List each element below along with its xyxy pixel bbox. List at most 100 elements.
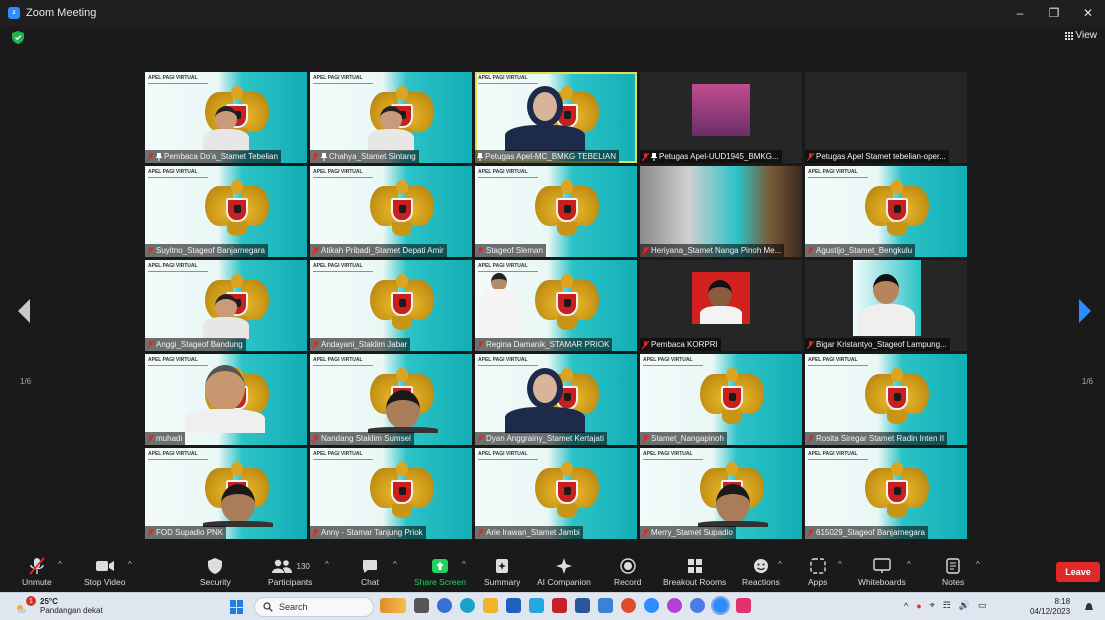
weather-widget[interactable]: 1 25°C Pandangan dekat — [17, 596, 103, 615]
restore-button[interactable]: ❐ — [1037, 0, 1071, 26]
participant-name: Anny - Stamar Tanjung Priok — [321, 528, 423, 537]
participant-tile[interactable]: APEL PAGI VIRTUAL Chahya_Stamet Sintang — [310, 72, 472, 163]
participant-tile[interactable]: APEL PAGI VIRTUAL Regina Damanik_STAMAR P… — [475, 260, 637, 351]
participant-name: Chahya_Stamet Sintang — [329, 152, 416, 161]
whiteboards-button[interactable]: Whiteboards — [858, 556, 906, 587]
share-options-caret[interactable]: ^ — [462, 560, 466, 569]
participant-tile[interactable]: Petugas Apel Stamet tebelian-oper... — [805, 72, 967, 163]
participant-tile[interactable]: APEL PAGI VIRTUAL Stamet_Nangapinoh — [640, 354, 802, 445]
stop-video-button[interactable]: Stop Video — [84, 556, 125, 587]
participant-tile[interactable]: APEL PAGI VIRTUAL Anny - Stamar Tanjung P… — [310, 448, 472, 539]
participant-tile[interactable]: APEL PAGI VIRTUAL Andayani_Staklim Jabar — [310, 260, 472, 351]
unmute-button[interactable]: Unmute — [22, 556, 52, 587]
weather-badge: 1 — [26, 596, 36, 606]
participant-tile[interactable]: APEL PAGI VIRTUAL Nandang Staklim Sumsel — [310, 354, 472, 445]
close-button[interactable]: ✕ — [1071, 0, 1105, 26]
participant-tile[interactable]: APEL PAGI VIRTUAL Suyitno_Stageof Banjarn… — [145, 166, 307, 257]
reactions-label: Reactions — [742, 577, 780, 587]
windows-start-icon[interactable] — [230, 600, 244, 614]
participant-tile[interactable]: APEL PAGI VIRTUAL Stageof Sleman — [475, 166, 637, 257]
file-explorer-icon[interactable] — [483, 598, 498, 613]
whiteboards-options-caret[interactable]: ^ — [907, 560, 911, 569]
summary-icon — [495, 556, 509, 576]
garuda-emblem — [535, 274, 599, 332]
task-view-icon[interactable] — [414, 598, 429, 613]
news-widget-icon[interactable] — [380, 598, 406, 613]
reactions-button[interactable]: Reactions — [742, 556, 780, 587]
participant-video-person — [185, 365, 265, 433]
mic-off-icon — [642, 152, 649, 161]
video-thumbnail — [692, 272, 750, 324]
notes-options-caret[interactable]: ^ — [976, 560, 980, 569]
app-icon-5[interactable] — [736, 598, 751, 613]
minimize-button[interactable]: – — [1003, 0, 1037, 26]
participants-options-caret[interactable]: ^ — [325, 560, 329, 569]
participant-name-label: Agustijo_Stamet_Bengkulu — [805, 244, 916, 257]
leave-button[interactable]: Leave — [1056, 562, 1100, 582]
app-icon-4[interactable] — [690, 598, 705, 613]
taskbar-clock[interactable]: 8:18 04/12/2023 — [1030, 597, 1070, 617]
edge-browser-icon[interactable] — [460, 598, 475, 613]
notification-bell-icon[interactable] — [1084, 602, 1094, 612]
battery-icon[interactable]: ▭ — [978, 600, 987, 611]
chat-button[interactable]: Chat — [361, 556, 379, 587]
participant-tile[interactable]: APEL PAGI VIRTUAL Pembaca Do'a_Stamet Teb… — [145, 72, 307, 163]
meet-icon[interactable] — [437, 598, 452, 613]
participant-tile[interactable]: APEL PAGI VIRTUAL Anggi_Stageof Bandung — [145, 260, 307, 351]
next-page-arrow-icon[interactable] — [1075, 296, 1095, 326]
participant-tile[interactable]: APEL PAGI VIRTUAL Merry_Stamet Supadio — [640, 448, 802, 539]
apps-options-caret[interactable]: ^ — [838, 560, 842, 569]
participants-button[interactable]: 130 Participants — [268, 556, 312, 587]
zoom-taskbar-icon[interactable] — [711, 596, 730, 615]
breakout-rooms-button[interactable]: Breakout Rooms — [663, 556, 726, 587]
participant-tile[interactable]: APEL PAGI VIRTUAL Agustijo_Stamet_Bengkul… — [805, 166, 967, 257]
participant-tile[interactable]: APEL PAGI VIRTUAL Dyan Anggrainy_Stamet K… — [475, 354, 637, 445]
participant-tile[interactable]: APEL PAGI VIRTUAL Rosita Siregar Stamet R… — [805, 354, 967, 445]
app-icon-2[interactable] — [598, 598, 613, 613]
previous-page-arrow-icon[interactable] — [14, 296, 34, 326]
chat-options-caret[interactable]: ^ — [393, 560, 397, 569]
summary-button[interactable]: Summary — [484, 556, 520, 587]
participant-tile[interactable]: APEL PAGI VIRTUAL muhadi — [145, 354, 307, 445]
chrome-icon[interactable] — [621, 598, 636, 613]
tray-app-icon[interactable]: ● — [916, 601, 921, 611]
participant-tile[interactable]: APEL PAGI VIRTUAL Arie Irawan_Stamet Jamb… — [475, 448, 637, 539]
participant-tile[interactable]: APEL PAGI VIRTUAL FOD Supadio PNK — [145, 448, 307, 539]
view-label: View — [1075, 30, 1098, 41]
encryption-shield-icon[interactable] — [12, 31, 24, 44]
participant-name: Regina Damanik_STAMAR PRIOK — [486, 340, 610, 349]
wifi-icon[interactable]: ☶ — [943, 600, 951, 611]
participant-tile[interactable]: APEL PAGI VIRTUAL 615029_Stageof Banjarne… — [805, 448, 967, 539]
taskbar-search-input[interactable]: Search — [254, 597, 374, 617]
mail-icon[interactable] — [506, 598, 521, 613]
participant-tile[interactable]: Pembaca KORPRI — [640, 260, 802, 351]
notes-button[interactable]: Notes — [942, 556, 964, 587]
window-controls: – ❐ ✕ — [1003, 0, 1105, 26]
participant-name-label: Pembaca KORPRI — [640, 338, 721, 351]
participant-tile[interactable]: APEL PAGI VIRTUAL Petugas Apel-MC_BMKG TE… — [475, 72, 637, 163]
tray-usb-icon[interactable]: ⌖ — [930, 600, 935, 611]
video-options-caret[interactable]: ^ — [128, 560, 132, 569]
linkedin-icon[interactable] — [529, 598, 544, 613]
audio-options-caret[interactable]: ^ — [58, 560, 62, 569]
telegram-icon[interactable] — [644, 598, 659, 613]
reactions-options-caret[interactable]: ^ — [778, 560, 782, 569]
tray-overflow-icon[interactable]: ^ — [904, 601, 908, 611]
participant-tile[interactable]: Petugas Apel-UUD1945_BMKG... — [640, 72, 802, 163]
participant-tile[interactable]: APEL PAGI VIRTUALHeriyana_Stamet Nanga P… — [640, 166, 802, 257]
participant-tile[interactable]: APEL PAGI VIRTUAL Atikah Pribadi_Stamet D… — [310, 166, 472, 257]
pin-icon — [321, 152, 327, 161]
security-button[interactable]: Security — [200, 556, 231, 587]
share-screen-button[interactable]: Share Screen — [414, 556, 466, 587]
view-button[interactable]: View — [1064, 30, 1098, 41]
app-icon-1[interactable] — [575, 598, 590, 613]
apps-button[interactable]: Apps — [808, 556, 827, 587]
volume-icon[interactable]: 🔊 — [959, 600, 970, 611]
participant-name-label: Arie Irawan_Stamet Jambi — [475, 526, 583, 539]
participant-tile[interactable]: Bigar Kristantyo_Stageof Lampung... — [805, 260, 967, 351]
app-icon-3[interactable] — [667, 598, 682, 613]
tile-banner: APEL PAGI VIRTUAL — [313, 75, 373, 84]
ai-companion-button[interactable]: AI Companion — [537, 556, 591, 587]
mcafee-icon[interactable] — [552, 598, 567, 613]
record-button[interactable]: Record — [614, 556, 641, 587]
